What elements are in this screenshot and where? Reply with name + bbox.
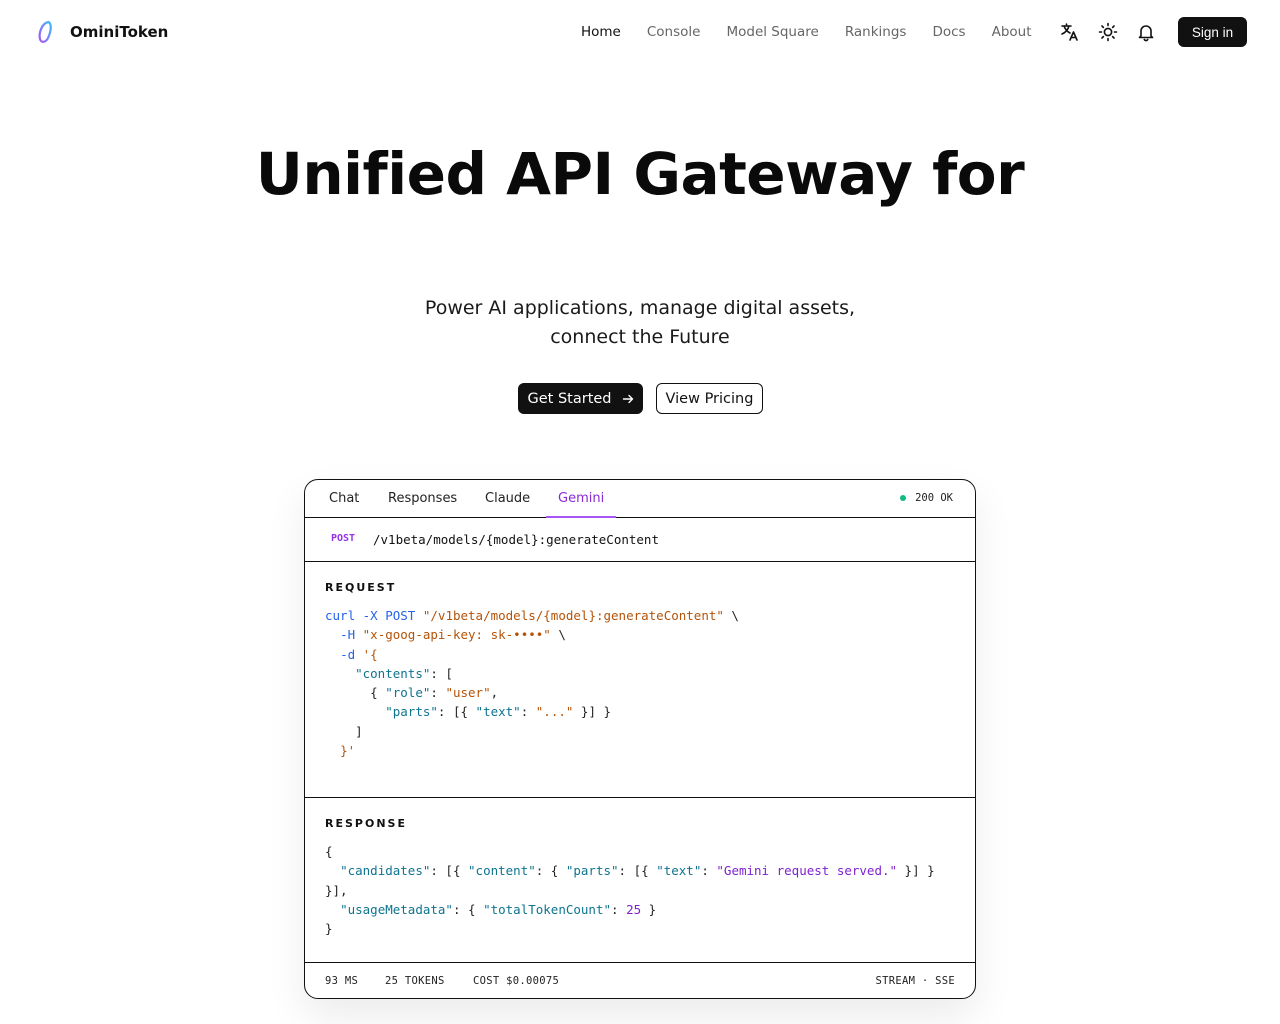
code-line: { "role": "user", [325, 685, 499, 701]
code-line: }' [340, 743, 356, 759]
main-nav: Home Console Model Square Rankings Docs … [568, 24, 1045, 40]
endpoint-bar: POST /v1beta/models/{model}:generateCont… [305, 518, 975, 562]
code-line: ] [325, 723, 363, 739]
request-label: REQUEST [325, 581, 397, 594]
nav-rankings[interactable]: Rankings [845, 24, 907, 40]
view-pricing-button[interactable]: View Pricing [656, 383, 763, 414]
section-divider [305, 797, 975, 798]
brand-logo[interactable]: OminiToken [36, 19, 168, 45]
cost-metric: COST $0.00075 [473, 975, 560, 987]
hero-title: Unified API Gateway for [255, 140, 1025, 208]
hero-subtitle: Power AI applications, manage digital as… [424, 297, 856, 348]
http-method: POST [331, 533, 356, 544]
response-code-block: { "candidates": [{ "content": { "parts":… [325, 842, 935, 938]
nav-model-square[interactable]: Model Square [726, 24, 818, 40]
code-line: }], [325, 882, 348, 898]
tab-responses[interactable]: Responses [388, 491, 457, 506]
tokens-metric: 25 TOKENS [385, 975, 445, 987]
theme-toggle-button[interactable] [1096, 20, 1120, 44]
request-code-block: curl -X POST "/v1beta/models/{model}:gen… [325, 606, 739, 760]
notifications-button[interactable] [1134, 20, 1158, 44]
code-line: { [325, 844, 333, 859]
api-tabs: Chat Responses Claude Gemini 200 OK [305, 480, 975, 518]
stream-mode: STREAM · SSE [875, 975, 955, 987]
code-line: "usageMetadata": { "totalTokenCount": 25… [340, 901, 657, 917]
tab-gemini[interactable]: Gemini [558, 491, 604, 506]
language-button[interactable] [1058, 20, 1082, 44]
status-badge: 200 OK [900, 492, 953, 504]
brand-name: OminiToken [70, 23, 169, 41]
sun-icon [1098, 22, 1118, 42]
nav-about[interactable]: About [992, 24, 1032, 40]
code-line: -d '{ [340, 646, 378, 662]
get-started-label: Get Started [527, 390, 612, 407]
bell-icon [1138, 25, 1154, 42]
code-line: "contents": [ [355, 665, 453, 681]
code-line: -H "x-goog-api-key: sk-••••" \ [340, 627, 566, 643]
latency-metric: 93 MS [325, 975, 359, 987]
status-dot-icon [900, 495, 907, 501]
api-demo-card: Chat Responses Claude Gemini 200 OK POST… [304, 479, 976, 999]
sign-in-button[interactable]: Sign in [1178, 17, 1247, 47]
code-line: "candidates": [{ "content": { "parts": [… [340, 863, 935, 879]
ribbon-o-logo-icon [38, 20, 52, 43]
tab-claude[interactable]: Claude [485, 491, 530, 506]
nav-home[interactable]: Home [581, 24, 621, 40]
metrics-footer: 93 MS 25 TOKENS COST $0.00075 STREAM · S… [305, 963, 975, 998]
top-navbar: OminiToken Home Console Model Square Ran… [0, 0, 1280, 64]
tab-chat[interactable]: Chat [329, 491, 359, 506]
endpoint-path: /v1beta/models/{model}:generateContent [373, 532, 659, 547]
code-line: curl -X POST "/v1beta/models/{model}:gen… [325, 608, 739, 623]
get-started-button[interactable]: Get Started [518, 383, 643, 414]
nav-console[interactable]: Console [647, 24, 701, 40]
response-label: RESPONSE [325, 817, 407, 830]
translate-icon [1061, 23, 1078, 41]
code-line: "parts": [{ "text": "..." }] } [385, 704, 612, 720]
status-text: 200 OK [915, 492, 953, 504]
nav-docs[interactable]: Docs [932, 24, 965, 40]
arrow-right-icon [622, 394, 633, 403]
code-line: } [325, 921, 333, 937]
